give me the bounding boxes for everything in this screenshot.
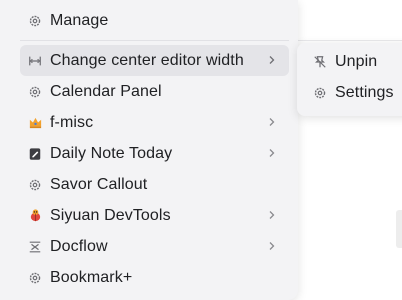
menu-item-f-misc[interactable]: f-misc [20,107,289,138]
notebook-icon [27,146,43,162]
chevron-right-icon [265,239,279,253]
menu-item-label: Change center editor width [50,51,244,69]
submenu-item-label: Unpin [335,52,378,70]
menu-item-savor-callout[interactable]: Savor Callout [20,169,289,200]
gear-icon [312,85,328,101]
menu-item-siyuan-devtools[interactable]: Siyuan DevTools [20,200,289,231]
crown-icon [27,115,43,131]
menu-item-label: Docflow [50,237,108,255]
width-resize-icon [27,53,43,69]
menu-item-bookmark-plus[interactable]: Bookmark+ [20,262,289,293]
unpin-icon [312,54,328,70]
menu-item-label: Bookmark+ [50,268,133,286]
chevron-right-icon [265,208,279,222]
menu-item-calendar-panel[interactable]: Calendar Panel [20,76,289,107]
menu-item-label: Manage [50,11,109,29]
menu-item-label: Savor Callout [50,175,148,193]
menu-item-change-center-editor-width[interactable]: Change center editor width [20,45,289,76]
menu-item-label: f-misc [50,113,94,131]
chevron-right-icon [265,53,279,67]
menu-item-docflow[interactable]: Docflow [20,231,289,262]
plugin-submenu: Unpin Settings [297,43,402,116]
gear-icon [27,84,43,100]
bug-icon [27,208,43,224]
menu-item-label: Daily Note Today [50,144,173,162]
chevron-right-icon [265,146,279,160]
side-panel-edge [396,210,402,248]
chevron-right-icon [265,115,279,129]
menu-item-label: Calendar Panel [50,82,162,100]
menu-item-label: Siyuan DevTools [50,206,171,224]
menu-separator [20,36,289,45]
menu-item-manage[interactable]: Manage [20,5,289,36]
submenu-item-settings[interactable]: Settings [305,77,402,108]
submenu-item-unpin[interactable]: Unpin [305,46,402,77]
plugin-menu: Manage Change center editor width Calend… [0,0,298,300]
gear-icon [27,177,43,193]
gear-icon [27,13,43,29]
menu-item-daily-note-today[interactable]: Daily Note Today [20,138,289,169]
docflow-icon [27,239,43,255]
submenu-item-label: Settings [335,83,394,101]
gear-icon [27,270,43,286]
